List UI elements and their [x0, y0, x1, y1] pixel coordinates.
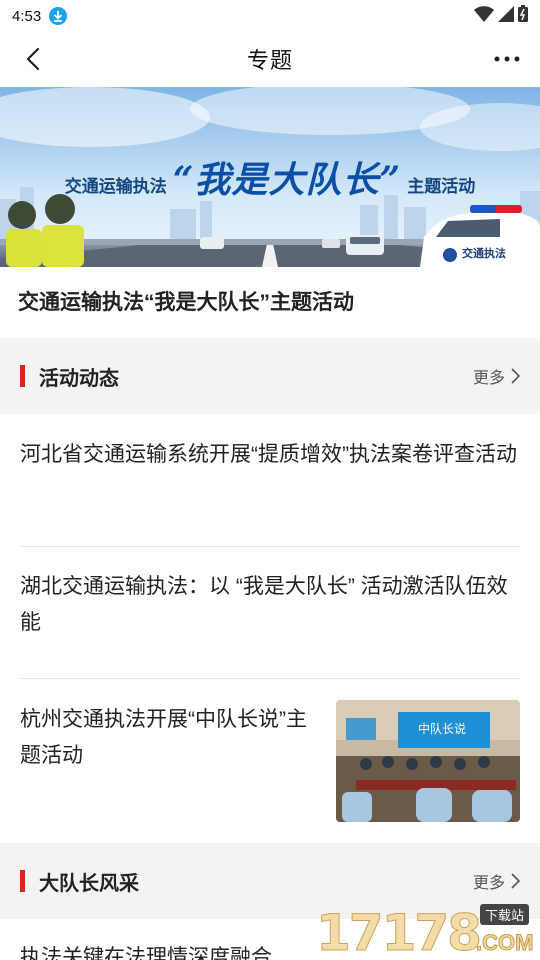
- banner-car-label: 交通执法: [462, 248, 506, 260]
- banner-text: 交通运输执法 “我是大队长” 主题活动: [0, 151, 540, 203]
- page-title: 专题: [246, 48, 293, 73]
- divider: [20, 546, 520, 547]
- section-title: 活动动态: [39, 367, 119, 390]
- more-options-button[interactable]: [492, 44, 522, 74]
- more-label: 更多: [472, 370, 505, 387]
- article-thumbnail[interactable]: 中队长说: [336, 700, 520, 822]
- topic-banner[interactable]: 交通运输执法 “我是大队长” 主题活动 交通执法: [0, 87, 540, 267]
- banner-main-title: “我是大队长”: [172, 159, 402, 201]
- section-title: 大队长风采: [39, 872, 139, 895]
- article-item[interactable]: 河北省交通运输系统开展“提质增效”执法案卷评查活动: [20, 437, 520, 473]
- signal-icon: [498, 5, 514, 27]
- more-link[interactable]: 更多: [473, 869, 520, 893]
- watermark-logo: 17178 下载站 .COM: [316, 902, 540, 960]
- chevron-right-icon: [511, 368, 520, 384]
- status-bar: 4:53: [0, 0, 540, 32]
- banner-subtitle-right: 主题活动: [407, 177, 476, 197]
- status-time: 4:53: [12, 7, 42, 25]
- divider: [20, 678, 520, 679]
- section-header-activities: 活动动态 更多: [0, 338, 540, 414]
- banner-subtitle-left: 交通运输执法: [64, 177, 167, 197]
- nav-bar: 专题: [0, 32, 540, 86]
- article-item[interactable]: 杭州交通执法开展“中队长说”主题活动: [20, 702, 310, 774]
- thumbnail-caption: 中队长说: [418, 722, 467, 736]
- back-button[interactable]: [18, 44, 48, 74]
- chevron-right-icon: [511, 873, 520, 889]
- section-accent-bar: [20, 870, 25, 892]
- download-icon: [49, 7, 68, 25]
- more-label: 更多: [472, 875, 505, 892]
- more-link[interactable]: 更多: [473, 364, 520, 388]
- watermark-text: 17178: [316, 904, 483, 960]
- ellipsis-icon: [494, 56, 520, 62]
- section-accent-bar: [20, 365, 25, 387]
- chevron-left-icon: [26, 47, 40, 71]
- topic-title: 交通运输执法“我是大队长”主题活动: [18, 291, 354, 314]
- battery-icon: [518, 5, 528, 27]
- watermark-badge: 下载站: [480, 904, 530, 925]
- wifi-icon: [474, 5, 494, 27]
- watermark-suffix: .COM: [475, 930, 534, 956]
- article-item[interactable]: 湖北交通运输执法：以 “我是大队长” 活动激活队伍效能: [20, 569, 520, 641]
